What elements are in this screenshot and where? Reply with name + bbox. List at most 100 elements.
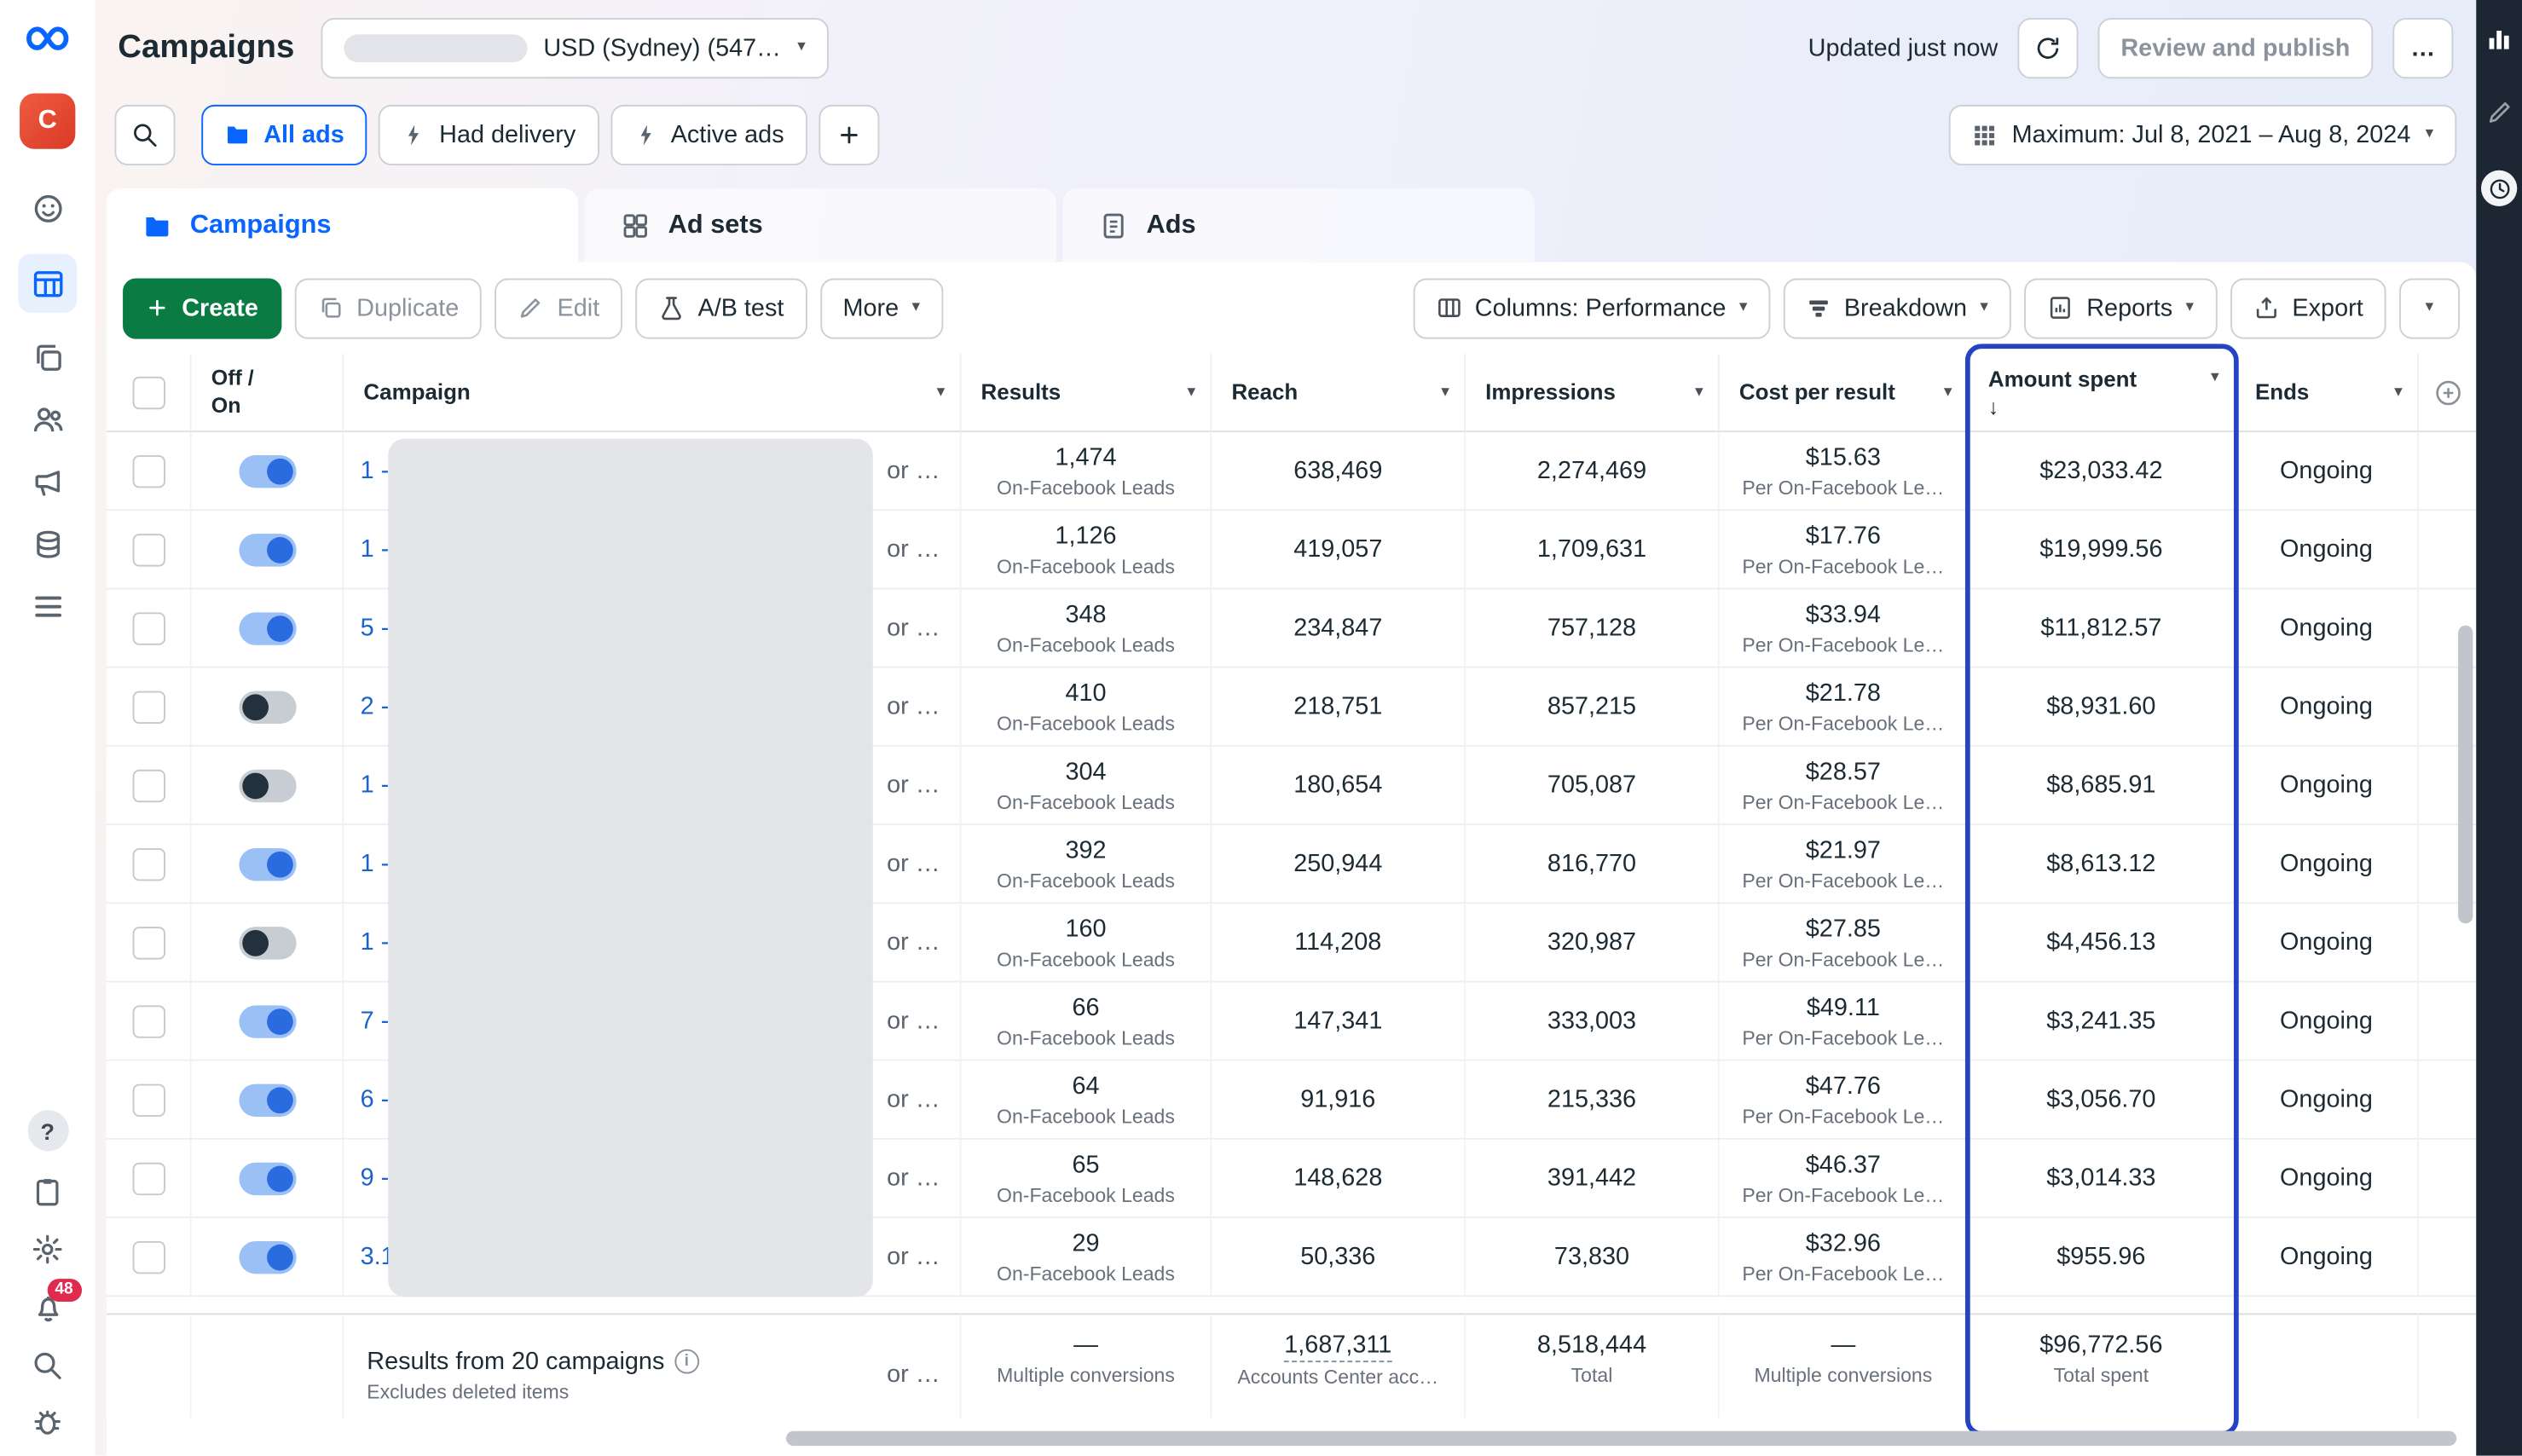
duplicate-button[interactable]: Duplicate: [294, 278, 482, 338]
reach-cell: 148,628: [1212, 1140, 1466, 1218]
tab-campaigns[interactable]: Campaigns: [107, 188, 578, 262]
review-and-publish-button[interactable]: Review and publish: [2097, 17, 2373, 78]
search-nav-icon[interactable]: [31, 1349, 63, 1382]
campaign-link[interactable]: 6 -: [361, 1085, 390, 1113]
campaign-toggle[interactable]: [238, 1083, 295, 1116]
footer-campaign-tail: or …: [887, 1361, 940, 1389]
campaign-toggle[interactable]: [238, 454, 295, 487]
audiences-icon[interactable]: [31, 403, 65, 437]
filter-all-ads[interactable]: All ads: [201, 104, 367, 165]
campaign-link[interactable]: 1 -: [361, 850, 390, 878]
edit-button[interactable]: Edit: [495, 278, 623, 338]
row-checkbox[interactable]: [132, 454, 165, 487]
campaign-link[interactable]: 1 -: [361, 771, 390, 800]
add-filter-button[interactable]: [818, 104, 879, 165]
more-button[interactable]: More▾: [820, 278, 943, 338]
search-button[interactable]: [114, 104, 175, 165]
amount-spent-cell: $4,456.13: [1969, 904, 2236, 982]
campaign-toggle[interactable]: [238, 1240, 295, 1273]
ab-test-button[interactable]: A/B test: [635, 278, 807, 338]
filter-active-ads[interactable]: Active ads: [610, 104, 807, 165]
filter-had-delivery[interactable]: Had delivery: [379, 104, 599, 165]
campaign-link[interactable]: 1 -: [361, 928, 390, 956]
ads-settings-icon[interactable]: [31, 465, 65, 500]
overview-icon[interactable]: [31, 192, 65, 226]
edit-pencil-icon[interactable]: [2485, 98, 2513, 126]
settings-gear-icon[interactable]: [31, 1233, 63, 1265]
campaign-link[interactable]: 7 -: [361, 1007, 390, 1035]
campaign-toggle[interactable]: [238, 1004, 295, 1037]
tab-ads[interactable]: Ads: [1063, 188, 1535, 262]
billing-icon[interactable]: [31, 527, 65, 561]
account-selector[interactable]: USD (Sydney) (547… ▾: [321, 17, 829, 78]
row-checkbox[interactable]: [132, 769, 165, 801]
meta-logo[interactable]: [20, 20, 75, 57]
breakdown-button[interactable]: Breakdown▾: [1784, 278, 2011, 338]
more-options-button[interactable]: …: [2392, 17, 2453, 78]
pages-icon[interactable]: [31, 341, 65, 375]
history-clock-icon[interactable]: [2481, 170, 2517, 206]
campaign-link[interactable]: 1 -: [361, 457, 390, 485]
ends-cell: Ongoing: [2236, 432, 2419, 511]
row-checkbox[interactable]: [132, 533, 165, 565]
chevron-down-icon: ▾: [937, 384, 946, 400]
campaign-toggle[interactable]: [238, 926, 295, 958]
vertical-scrollbar[interactable]: [2458, 626, 2473, 924]
campaign-link[interactable]: 2 -: [361, 692, 390, 720]
impressions-cell: 757,128: [1466, 589, 1720, 667]
reach-cell: 180,654: [1212, 747, 1466, 825]
campaign-toggle[interactable]: [238, 1162, 295, 1194]
columns-button[interactable]: Columns: Performance▾: [1413, 278, 1771, 338]
campaign-toggle[interactable]: [238, 533, 295, 565]
tab-ad-sets[interactable]: Ad sets: [585, 188, 1056, 262]
export-caret-button[interactable]: ▾: [2399, 278, 2460, 338]
row-checkbox[interactable]: [132, 611, 165, 644]
horizontal-scrollbar[interactable]: [786, 1431, 2456, 1446]
col-header-ends[interactable]: Ends▾: [2236, 354, 2419, 432]
reports-button[interactable]: Reports▾: [2024, 278, 2217, 338]
feedback-icon[interactable]: [31, 1176, 63, 1208]
row-checkbox[interactable]: [132, 1004, 165, 1037]
col-header-impressions[interactable]: Impressions▾: [1466, 354, 1720, 432]
business-avatar[interactable]: C: [20, 93, 75, 148]
campaigns-nav-icon[interactable]: [18, 254, 77, 313]
row-checkbox[interactable]: [132, 1240, 165, 1273]
footer-amount-spent: $96,772.56: [2039, 1332, 2162, 1361]
header-label: Results: [981, 380, 1061, 405]
campaign-link[interactable]: 9 -: [361, 1164, 390, 1193]
export-button[interactable]: Export: [2230, 278, 2386, 338]
col-header-reach[interactable]: Reach▾: [1212, 354, 1466, 432]
campaign-toggle[interactable]: [238, 690, 295, 723]
campaign-toggle[interactable]: [238, 611, 295, 644]
help-icon[interactable]: ?: [27, 1110, 68, 1151]
col-header-cost-per-result[interactable]: Cost per result▾: [1720, 354, 1969, 432]
all-tools-icon[interactable]: [31, 589, 65, 623]
campaign-toggle[interactable]: [238, 847, 295, 880]
select-all-checkbox[interactable]: [132, 376, 165, 408]
col-header-results[interactable]: Results▾: [962, 354, 1212, 432]
row-checkbox[interactable]: [132, 847, 165, 880]
col-header-amount-spent[interactable]: Amount spent▾ ↓: [1969, 354, 2236, 432]
campaign-toggle[interactable]: [238, 769, 295, 801]
info-icon[interactable]: i: [674, 1349, 699, 1373]
row-checkbox[interactable]: [132, 1083, 165, 1116]
notifications-bell-icon[interactable]: 48: [31, 1291, 65, 1325]
row-checkbox[interactable]: [132, 1162, 165, 1194]
amount-spent-cell: $8,685.91: [1969, 747, 2236, 825]
create-button[interactable]: Create: [123, 278, 281, 338]
refresh-button[interactable]: [2017, 17, 2078, 78]
col-header-campaign[interactable]: Campaign▾: [344, 354, 961, 432]
add-column-button[interactable]: [2432, 378, 2462, 407]
date-range-selector[interactable]: Maximum: Jul 8, 2021 – Aug 8, 2024 ▾: [1950, 104, 2457, 165]
results-type: On-Facebook Leads: [997, 554, 1175, 577]
footer-summary-sub: Excludes deleted items: [367, 1379, 698, 1402]
row-checkbox[interactable]: [132, 926, 165, 958]
cost-type: Per On-Facebook Le…: [1742, 1026, 1944, 1049]
campaign-link[interactable]: 1 -: [361, 535, 390, 563]
insights-chart-icon[interactable]: [2484, 25, 2514, 55]
troubleshoot-bug-icon[interactable]: [31, 1407, 63, 1439]
footer-reach[interactable]: 1,687,311: [1284, 1332, 1391, 1362]
campaign-link[interactable]: 5 -: [361, 614, 390, 642]
row-checkbox[interactable]: [132, 690, 165, 723]
campaign-tail: or …: [887, 1007, 940, 1035]
